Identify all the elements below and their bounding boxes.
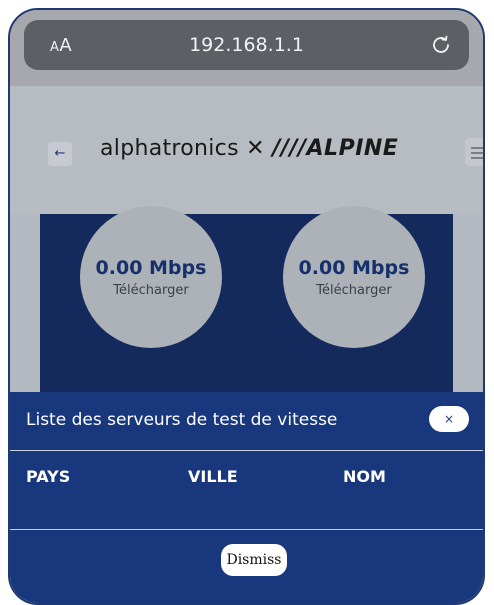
url-text[interactable]: 192.168.1.1	[24, 34, 469, 56]
brand-x-icon: ✕	[246, 136, 266, 161]
dismiss-button[interactable]: Dismiss	[221, 544, 287, 576]
column-header-city: VILLE	[188, 467, 238, 486]
browser-chrome: AA 192.168.1.1	[10, 10, 483, 86]
brand-name: alphatronics	[100, 136, 239, 161]
phone-frame: AA 192.168.1.1 ← alphatronics ✕ ////ALPI…	[8, 8, 485, 605]
gauge-value: 0.00 Mbps	[95, 256, 207, 279]
download-gauge: 0.00 Mbps Télécharger	[283, 206, 425, 348]
site-header: ← alphatronics ✕ ////ALPINE	[10, 86, 483, 214]
reload-icon[interactable]	[429, 33, 453, 57]
brand-logo: alphatronics ✕ ////ALPINE	[100, 136, 398, 161]
gauge-label: Télécharger	[113, 282, 189, 298]
back-button[interactable]: ←	[48, 142, 72, 166]
gauge-label: Télécharger	[316, 282, 392, 298]
address-bar[interactable]: AA 192.168.1.1	[24, 20, 469, 70]
modal-title: Liste des serveurs de test de vitesse	[26, 410, 338, 430]
server-list-modal: Liste des serveurs de test de vitesse × …	[10, 392, 483, 603]
download-gauge: 0.00 Mbps Télécharger	[80, 206, 222, 348]
modal-header: Liste des serveurs de test de vitesse ×	[10, 392, 483, 451]
column-header-name: NOM	[343, 467, 386, 486]
gauge-value: 0.00 Mbps	[298, 256, 410, 279]
text-size-button[interactable]: AA	[50, 35, 72, 56]
menu-icon[interactable]	[465, 138, 483, 166]
table-header: PAYS VILLE NOM	[10, 451, 483, 530]
close-button[interactable]: ×	[429, 406, 469, 432]
column-header-country: PAYS	[26, 467, 71, 486]
brand-alpine: ////ALPINE	[272, 136, 399, 161]
